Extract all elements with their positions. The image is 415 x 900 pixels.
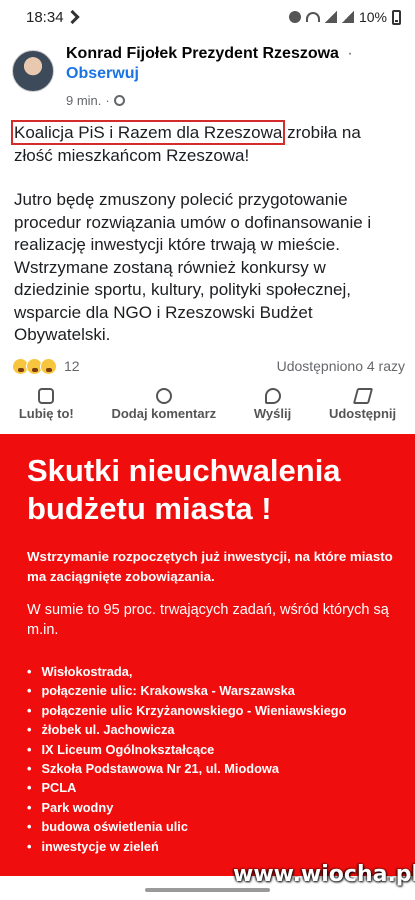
list-item: IX Liceum Ogólnokształcące bbox=[27, 740, 346, 759]
post-text: Koalicja PiS i Razem dla Rzeszowa zrobił… bbox=[10, 120, 404, 347]
signal-icon bbox=[324, 11, 337, 23]
status-bar: 18:34 10% bbox=[0, 0, 415, 34]
list-item: Park wodny bbox=[27, 798, 346, 817]
reaction-count[interactable]: 12 bbox=[64, 358, 80, 374]
whatsapp-icon bbox=[264, 388, 281, 404]
image-title: Skutki nieuchwalenia budżetu miasta ! bbox=[27, 453, 341, 526]
share-icon bbox=[352, 388, 373, 404]
comment-label: Dodaj komentarz bbox=[111, 406, 217, 421]
post-time[interactable]: 9 min. bbox=[66, 93, 101, 108]
reactions-bar: 12 Udostępniono 4 razy bbox=[12, 356, 405, 376]
comment-button[interactable]: Dodaj komentarz bbox=[111, 388, 216, 432]
globe-icon bbox=[113, 95, 125, 106]
navigation-icon bbox=[65, 9, 80, 25]
post-image[interactable]: Skutki nieuchwalenia budżetu miasta ! Ws… bbox=[0, 434, 415, 876]
investment-list: Wisłokostrada, połączenie ulic: Krakowsk… bbox=[27, 662, 346, 856]
list-item: inwestycje w zieleń bbox=[27, 837, 346, 856]
author-name[interactable]: Konrad Fijołek Prezydent Rzeszowa bbox=[66, 45, 339, 62]
follow-button[interactable]: Obserwuj bbox=[66, 64, 353, 84]
action-bar: Lubię to! Dodaj komentarz Wyślij Udostęp… bbox=[0, 388, 415, 432]
signal-icon-2 bbox=[341, 11, 354, 23]
status-icons: 10% bbox=[288, 9, 401, 25]
image-text: W sumie to 95 proc. trwających zadań, wś… bbox=[27, 602, 389, 638]
list-item: Szkoła Podstawowa Nr 21, ul. Miodowa bbox=[27, 759, 346, 778]
highlighted-text: Koalicja PiS i Razem dla Rzeszowa bbox=[10, 120, 286, 145]
list-item: PCLA bbox=[27, 778, 346, 797]
image-subtitle: Wstrzymanie rozpoczętych już inwestycji,… bbox=[27, 549, 393, 584]
wifi-icon bbox=[305, 12, 320, 22]
post-paragraph-1: Koalicja PiS i Razem dla Rzeszowa zrobił… bbox=[10, 120, 404, 167]
avatar[interactable] bbox=[12, 50, 54, 92]
send-label: Wyślij bbox=[253, 406, 292, 421]
comment-icon bbox=[155, 388, 172, 404]
battery-percentage: 10% bbox=[358, 9, 387, 25]
status-time: 18:34 bbox=[26, 8, 64, 26]
send-button[interactable]: Wyślij bbox=[254, 388, 291, 432]
haha-reaction-icon[interactable] bbox=[40, 357, 57, 375]
watermark: www.wiocha.pl bbox=[233, 862, 415, 887]
share-label: Udostępnij bbox=[328, 406, 397, 421]
alarm-icon bbox=[288, 11, 301, 23]
like-button[interactable]: Lubię to! bbox=[19, 388, 74, 432]
list-item: Wisłokostrada, bbox=[27, 662, 346, 681]
list-item: budowa oświetlenia ulic bbox=[27, 817, 346, 836]
post-meta: 9 min. · bbox=[66, 93, 125, 108]
post-paragraph-2: Jutro będę zmuszony polecić przygotowani… bbox=[14, 190, 372, 344]
share-count[interactable]: Udostępniono 4 razy bbox=[277, 358, 405, 374]
share-button[interactable]: Udostępnij bbox=[329, 388, 396, 432]
thumbs-up-icon bbox=[38, 388, 55, 404]
battery-icon bbox=[392, 9, 401, 25]
separator-dot: · bbox=[347, 45, 353, 62]
meta-dot: · bbox=[105, 93, 110, 108]
list-item: połączenie ulic: Krakowska - Warszawska bbox=[27, 681, 346, 700]
list-item: połączenie ulic Krzyżanowskiego - Wienia… bbox=[27, 701, 346, 720]
like-label: Lubię to! bbox=[18, 406, 74, 421]
author-row: Konrad Fijołek Prezydent Rzeszowa · bbox=[66, 44, 353, 64]
home-indicator[interactable] bbox=[145, 888, 270, 892]
list-item: żłobek ul. Jachowicza bbox=[27, 720, 346, 739]
post-header: Konrad Fijołek Prezydent Rzeszowa · Obse… bbox=[12, 44, 407, 92]
post-header-text: Konrad Fijołek Prezydent Rzeszowa · Obse… bbox=[66, 44, 353, 92]
